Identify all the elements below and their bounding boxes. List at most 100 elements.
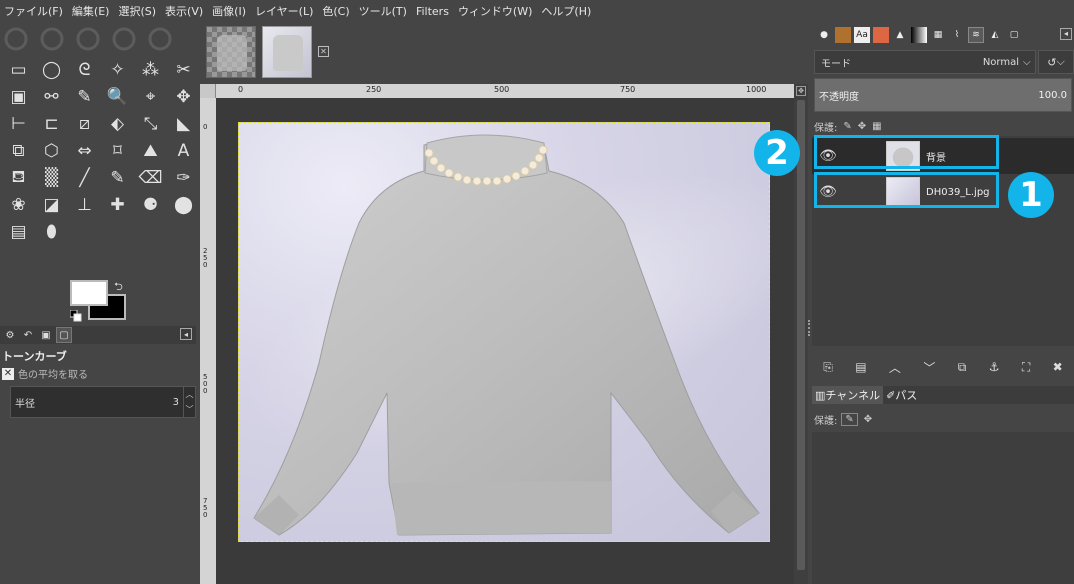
menu-image[interactable]: 画像(I) (212, 3, 246, 19)
panel-menu-icon[interactable]: ◂ (180, 328, 192, 340)
lock-alpha-icon[interactable]: ▦ (872, 121, 881, 132)
tool-30-icon[interactable]: ❀ (2, 191, 35, 218)
layers-tab-icon[interactable]: ≋ (968, 27, 984, 43)
chevron-down-icon[interactable]: ⌵ (1023, 57, 1035, 68)
lock-position-icon[interactable]: ✥ (858, 121, 866, 132)
ruler-corner[interactable] (200, 84, 216, 98)
menu-tools[interactable]: ツール(T) (359, 3, 407, 19)
reset-colors-icon[interactable] (70, 310, 82, 322)
tool-31-icon[interactable]: ◪ (35, 191, 68, 218)
layer-mask-icon[interactable]: ⛶ (1022, 360, 1030, 375)
tool-6-icon[interactable]: ▣ (2, 83, 35, 110)
tool-20-icon[interactable]: ⇔ (68, 137, 101, 164)
menu-layer[interactable]: レイヤー(L) (255, 3, 313, 19)
tool-23-icon[interactable]: A (167, 137, 200, 164)
tool-10-icon[interactable]: ⌖ (134, 83, 167, 110)
tool-33-icon[interactable]: ✚ (101, 191, 134, 218)
tool-5-icon[interactable]: ✂ (167, 56, 200, 83)
histogram-tab-icon[interactable]: ◭ (987, 27, 1003, 43)
tool-15-icon[interactable]: ⬖ (101, 110, 134, 137)
tool-14-icon[interactable]: ⧄ (68, 110, 101, 137)
images-tab-icon[interactable]: ▣ (38, 327, 54, 343)
tool-35-icon[interactable]: ⬤ (167, 191, 200, 218)
lower-layer-icon[interactable]: ﹀ (923, 359, 935, 376)
sample-average-option[interactable]: ✕ 色の平均を取る (2, 366, 88, 381)
tool-9-icon[interactable]: 🔍 (101, 83, 134, 110)
menu-colors[interactable]: 色(C) (322, 3, 349, 19)
duplicate-layer-icon[interactable]: ⧉ (958, 360, 967, 375)
chevron-up-icon[interactable]: ︿ (186, 389, 194, 400)
lock-position-icon[interactable]: ✥ (864, 414, 872, 425)
fonts-tab-icon[interactable]: Aa (854, 27, 870, 43)
lock-pixels-icon[interactable]: ✎ (843, 121, 851, 132)
tool-19-icon[interactable]: ⬡ (35, 137, 68, 164)
tab-channels[interactable]: ▥ チャンネル (812, 386, 884, 404)
tool-12-icon[interactable]: ⊢ (2, 110, 35, 137)
scrollbar-thumb[interactable] (797, 100, 805, 570)
radius-value[interactable]: 3 (173, 397, 179, 408)
tool-4-icon[interactable]: ⁂ (134, 56, 167, 83)
anchor-layer-icon[interactable]: ⚓ (989, 360, 1000, 374)
tool-32-icon[interactable]: ⊥ (68, 191, 101, 218)
tool-18-icon[interactable]: ⧉ (2, 137, 35, 164)
swap-colors-icon[interactable]: ⮌ (114, 278, 123, 297)
tool-8-icon[interactable]: ✎ (68, 83, 101, 110)
delete-layer-icon[interactable]: ✖ (1053, 360, 1063, 374)
chevron-down-icon[interactable]: ﹀ (186, 404, 194, 415)
tool-36-icon[interactable]: ▤ (2, 218, 35, 245)
patterns-tab-icon[interactable] (835, 27, 851, 43)
opacity-value[interactable]: 100.0 (1038, 90, 1067, 101)
menu-help[interactable]: ヘルプ(H) (541, 3, 591, 19)
tool-29-icon[interactable]: ✑ (167, 164, 200, 191)
composite-mode-button[interactable]: ↺ ⌵ (1038, 50, 1074, 74)
tool-17-icon[interactable]: ◣ (167, 110, 200, 137)
raise-layer-icon[interactable]: ︿ (889, 359, 901, 376)
brushes-tab-icon[interactable]: ● (816, 27, 832, 43)
document-history-tab-icon[interactable] (873, 27, 889, 43)
new-layer-group-icon[interactable]: ▤ (855, 360, 866, 374)
navigate-icon[interactable]: ✥ (796, 86, 806, 96)
dock-menu-icon[interactable]: ◂ (1060, 28, 1072, 40)
menu-edit[interactable]: 編集(E) (72, 3, 110, 19)
tool-options-tab-icon[interactable]: ⚙ (2, 327, 18, 343)
palettes-tab-icon[interactable]: ▦ (930, 27, 946, 43)
menu-file[interactable]: ファイル(F) (4, 3, 63, 19)
tool-25-icon[interactable]: ▒ (35, 164, 68, 191)
radius-stepper[interactable]: ︿ ﹀ (183, 387, 195, 417)
radius-field[interactable]: 半径 3 ︿ ﹀ (10, 386, 196, 418)
image-tab-transparent[interactable] (206, 26, 256, 78)
lock-pixels-icon[interactable]: ✎ (841, 412, 858, 426)
tool-3-icon[interactable]: ✧ (101, 56, 134, 83)
tool-7-icon[interactable]: ⚯ (35, 83, 68, 110)
device-status-tab-icon[interactable]: ▢ (56, 327, 72, 343)
tab-paths[interactable]: ✐ パス (883, 386, 920, 404)
tool-16-icon[interactable]: ⤡ (134, 110, 167, 137)
tool-1-icon[interactable]: ◯ (35, 56, 68, 83)
image-tab-sweater[interactable] (262, 26, 312, 78)
tool-11-icon[interactable]: ✥ (167, 83, 200, 110)
opacity-slider[interactable]: 不透明度 100.0 (814, 78, 1072, 112)
tool-37-icon[interactable]: ⬮ (35, 218, 68, 245)
sweater-photo[interactable] (238, 122, 770, 542)
channels-tab-icon[interactable]: ▢ (1006, 27, 1022, 43)
canvas[interactable] (216, 98, 794, 584)
paths-brush-tab-icon[interactable]: ⌇ (949, 27, 965, 43)
undo-history-tab-icon[interactable]: ↶ (20, 327, 36, 343)
tool-24-icon[interactable]: ⛾ (2, 164, 35, 191)
layer-mode-select[interactable]: モード Normal ⌵ (814, 50, 1036, 74)
tool-26-icon[interactable]: ╱ (68, 164, 101, 191)
menu-select[interactable]: 選択(S) (118, 3, 156, 19)
foreground-color-swatch[interactable] (70, 280, 108, 306)
tool-2-icon[interactable]: ᘓ (68, 56, 101, 83)
menu-windows[interactable]: ウィンドウ(W) (458, 3, 532, 19)
sample-average-checkbox[interactable]: ✕ (2, 367, 14, 380)
close-tab-icon[interactable]: ✕ (318, 46, 329, 57)
menu-filters[interactable]: Filters (416, 5, 449, 18)
tool-21-icon[interactable]: ⌑ (101, 137, 134, 164)
tool-34-icon[interactable]: ⚈ (134, 191, 167, 218)
tool-22-icon[interactable]: ⛰ (134, 137, 167, 164)
tool-0-icon[interactable]: ▭ (2, 56, 35, 83)
menu-view[interactable]: 表示(V) (165, 3, 203, 19)
tool-presets-tab-icon[interactable]: ▲ (892, 27, 908, 43)
tool-28-icon[interactable]: ⌫ (134, 164, 167, 191)
